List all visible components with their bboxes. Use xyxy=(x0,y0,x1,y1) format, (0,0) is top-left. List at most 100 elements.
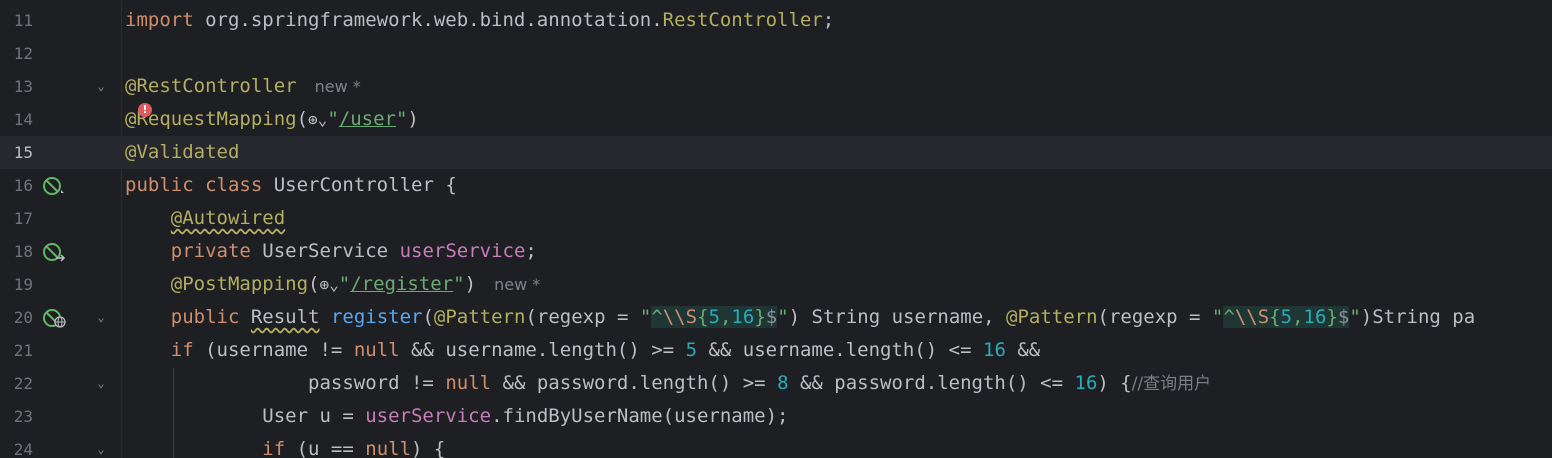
number-literal: 16 xyxy=(983,339,1006,361)
quote: " xyxy=(1211,306,1224,328)
quote: " xyxy=(777,306,789,328)
annotation: @PostMapping xyxy=(170,273,309,295)
field-name: userService xyxy=(365,405,492,427)
spring-bean-navigate-icon[interactable] xyxy=(42,242,66,262)
error-lightbulb-icon[interactable]: ! xyxy=(138,103,152,117)
author-inlay-hint[interactable]: new * xyxy=(315,77,361,96)
class-ref: RestController xyxy=(662,9,823,31)
number-literal: 16 xyxy=(1074,372,1098,394)
code-text[interactable]: @RestController new * xyxy=(125,70,361,103)
code-line[interactable]: 14 @RequestMapping(⊕⌄"/user") xyxy=(0,103,1552,136)
regex-number: 5 xyxy=(1280,306,1293,328)
fold-chevron-icon[interactable]: ⌄ xyxy=(94,376,108,390)
fold-chevron-icon[interactable]: ⌄ xyxy=(94,310,108,324)
code-text[interactable]: public class UserController { xyxy=(125,169,457,202)
paren: ( xyxy=(296,108,309,130)
field-name: userService xyxy=(399,240,526,262)
line-number: 24 xyxy=(13,440,33,458)
number-literal: 8 xyxy=(777,372,789,394)
paren: ( xyxy=(422,306,434,328)
quote: " xyxy=(338,273,351,295)
line-number: 21 xyxy=(13,341,33,360)
quote: " xyxy=(453,273,465,295)
code-fragment: ) String username, xyxy=(788,306,1007,328)
globe-icon[interactable]: ⊕⌄ xyxy=(308,103,327,136)
spring-bean-icon[interactable] xyxy=(42,176,66,196)
code-text[interactable]: @PostMapping(⊕⌄"/register") new * xyxy=(125,268,540,301)
regex-escape: \\S xyxy=(662,306,698,328)
keyword: null xyxy=(445,372,492,394)
regex-caret: ^ xyxy=(1223,306,1235,328)
code-text[interactable]: User u = userService.findByUserName(user… xyxy=(125,400,789,433)
line-number: 17 xyxy=(13,209,33,228)
paren: ) xyxy=(407,108,419,130)
code-editor[interactable]: 11 import org.springframework.web.bind.a… xyxy=(0,0,1552,458)
spring-web-endpoint-icon[interactable] xyxy=(42,308,66,328)
code-line[interactable]: 20 ⌄ public Result register(@Pattern(reg… xyxy=(0,301,1552,334)
regex-dollar: $ xyxy=(765,306,778,328)
url-path-link[interactable]: /register xyxy=(350,273,453,295)
paren: ( xyxy=(308,273,320,295)
keyword: public xyxy=(125,174,194,196)
code-fragment: && password.length() <= xyxy=(788,372,1075,394)
regex-number: 16 xyxy=(1303,306,1327,328)
code-line[interactable]: 17 @Autowired xyxy=(0,202,1552,235)
line-number: 12 xyxy=(13,44,33,63)
code-line[interactable]: 13 ⌄ @RestController new * xyxy=(0,70,1552,103)
author-inlay-hint[interactable]: new * xyxy=(494,275,540,294)
number-literal: 5 xyxy=(685,339,698,361)
line-number: 18 xyxy=(13,242,33,261)
regex-comma: , xyxy=(719,306,732,328)
code-line[interactable]: 18 private UserService userService; xyxy=(0,235,1552,268)
annotation: @Autowired xyxy=(170,207,286,229)
code-fragment: password != xyxy=(308,372,446,394)
regex-comma: , xyxy=(1292,306,1304,328)
code-line[interactable]: 16 public class UserController { xyxy=(0,169,1552,202)
code-line[interactable]: 22 ⌄ password != null && password.length… xyxy=(0,367,1552,400)
keyword: null xyxy=(353,339,400,361)
regex-brace: } xyxy=(1326,306,1338,328)
quote: " xyxy=(1349,306,1361,328)
line-number: 19 xyxy=(13,275,33,294)
code-text[interactable]: @Validated xyxy=(125,136,239,169)
fold-chevron-icon[interactable]: ⌄ xyxy=(94,79,108,93)
code-line[interactable]: 24 ⌄ if (u == null) { xyxy=(0,433,1552,458)
annotation: @Validated xyxy=(125,141,240,163)
code-text[interactable]: if (username != null && username.length(… xyxy=(125,334,1040,367)
class-declaration: UserController { xyxy=(262,174,457,196)
code-line[interactable]: 19 @PostMapping(⊕⌄"/register") new * xyxy=(0,268,1552,301)
regex-escape: \\S xyxy=(1234,306,1270,328)
semicolon: ; xyxy=(525,240,537,262)
code-line[interactable]: 21 if (username != null && username.leng… xyxy=(0,334,1552,367)
code-line-current[interactable]: 15 @Validated xyxy=(0,136,1552,169)
keyword: private xyxy=(170,240,251,262)
code-fragment: User u = xyxy=(262,405,366,427)
code-text[interactable]: @Autowired xyxy=(125,202,285,235)
code-text[interactable]: @RequestMapping(⊕⌄"/user") xyxy=(125,103,419,136)
globe-icon[interactable]: ⊕⌄ xyxy=(320,268,339,301)
code-fragment: (u == xyxy=(285,438,366,458)
code-line[interactable]: 12 xyxy=(0,37,1552,70)
line-number: 11 xyxy=(13,11,33,30)
code-fragment: .findByUserName(username); xyxy=(491,405,789,427)
url-path-link[interactable]: /user xyxy=(339,108,396,130)
code-text[interactable]: private UserService userService; xyxy=(125,235,537,268)
code-line[interactable]: 11 import org.springframework.web.bind.a… xyxy=(0,4,1552,37)
line-comment: //查询用户 xyxy=(1131,374,1212,394)
code-fragment: ) { xyxy=(411,438,446,458)
code-text[interactable]: public Result register(@Pattern(regexp =… xyxy=(125,301,1475,334)
keyword: class xyxy=(205,174,263,196)
keyword: null xyxy=(365,438,412,458)
regex-brace: { xyxy=(697,306,709,328)
code-text[interactable]: import org.springframework.web.bind.anno… xyxy=(125,4,834,37)
return-type: Result xyxy=(250,306,320,328)
fold-chevron-icon[interactable]: ⌄ xyxy=(94,442,108,456)
code-text[interactable]: password != null && password.length() >=… xyxy=(125,367,1211,400)
line-number: 20 xyxy=(13,308,33,327)
code-fragment: (username != xyxy=(193,339,354,361)
indent-guide xyxy=(173,368,174,458)
code-line[interactable]: 23 User u = userService.findByUserName(u… xyxy=(0,400,1552,433)
code-fragment: && username.length() <= xyxy=(697,339,983,361)
type-name: UserService xyxy=(250,240,400,262)
quote: " xyxy=(639,306,652,328)
